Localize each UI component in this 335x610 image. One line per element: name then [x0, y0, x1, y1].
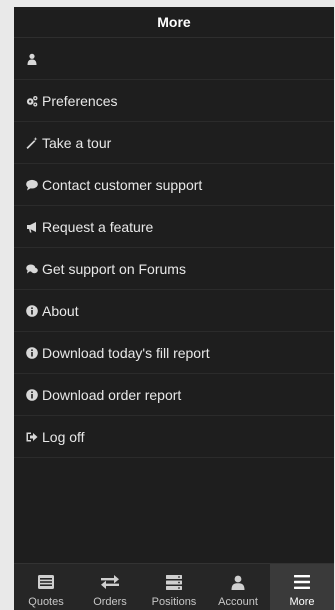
info-circle-icon [25, 346, 39, 360]
tab-more[interactable]: More [270, 564, 334, 610]
menu-item-take-a-tour[interactable]: Take a tour [14, 122, 334, 164]
menu-item-fill-report[interactable]: Download today's fill report [14, 332, 334, 374]
menu-item-label: Take a tour [42, 134, 112, 151]
menu-item-preferences[interactable]: Preferences [14, 80, 334, 122]
menu-item-request-feature[interactable]: Request a feature [14, 206, 334, 248]
menu-item-label: Contact customer support [42, 176, 203, 193]
cogs-icon [25, 94, 39, 108]
menu-item-label: Request a feature [42, 218, 154, 235]
tab-positions[interactable]: Positions [142, 564, 206, 610]
quotes-icon [38, 573, 54, 591]
user-icon [25, 52, 39, 66]
tab-label: Orders [93, 596, 127, 608]
menu-item-label: Download order report [42, 386, 182, 403]
page-title: More [14, 7, 334, 38]
sign-out-icon [25, 430, 39, 444]
user-icon [231, 573, 245, 591]
menu-item-log-off[interactable]: Log off [14, 416, 334, 458]
tab-label: Account [218, 596, 258, 608]
menu-item-about[interactable]: About [14, 290, 334, 332]
comment-icon [25, 178, 39, 192]
more-menu: Preferences Take a tour Contact customer… [14, 38, 334, 458]
tab-label: Quotes [28, 596, 64, 608]
exchange-icon [101, 573, 119, 591]
magic-wand-icon [25, 136, 39, 150]
comments-icon [25, 262, 39, 276]
tab-label: More [289, 596, 315, 608]
menu-item-forums[interactable]: Get support on Forums [14, 248, 334, 290]
menu-item-label: Download today's fill report [42, 344, 210, 361]
tab-label: Positions [151, 596, 197, 608]
server-icon [166, 573, 182, 591]
menu-item-label: About [42, 302, 79, 319]
menu-item-label: Preferences [42, 92, 118, 109]
bullhorn-icon [25, 220, 39, 234]
menu-item-contact-support[interactable]: Contact customer support [14, 164, 334, 206]
more-screen: More Preferences Take a tour Contact cus… [14, 7, 334, 610]
menu-item-user[interactable] [14, 38, 334, 80]
menu-item-order-report[interactable]: Download order report [14, 374, 334, 416]
tab-quotes[interactable]: Quotes [14, 564, 78, 610]
menu-item-label: Log off [42, 428, 85, 445]
info-circle-icon [25, 388, 39, 402]
tab-orders[interactable]: Orders [78, 564, 142, 610]
bottom-tab-bar: Quotes Orders Positions Account More [14, 563, 334, 610]
info-circle-icon [25, 304, 39, 318]
menu-item-label: Get support on Forums [42, 260, 186, 277]
tab-account[interactable]: Account [206, 564, 270, 610]
bars-icon [294, 573, 310, 591]
